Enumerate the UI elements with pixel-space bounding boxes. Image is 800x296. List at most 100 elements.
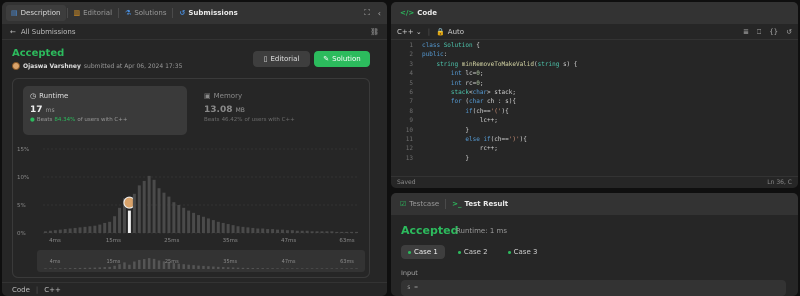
editorial-button[interactable]: ▯ Editorial [253,51,310,67]
minimap-bar [246,267,250,269]
minimap-bar [133,261,136,269]
code-icon: </> [400,9,415,17]
result-tabbar: ☑ Testcase >_ Test Result [391,193,798,215]
bar [98,224,102,233]
code-line[interactable]: rc++; [422,145,498,152]
bookmark-icon[interactable]: ⎕ [757,28,761,37]
code-line[interactable]: stack<char> stack; [422,89,516,96]
format-icon[interactable]: ≣ [743,28,749,36]
minimap-bar [49,268,52,269]
code-line[interactable]: } [422,127,469,134]
minimap-bar [236,267,240,269]
code-line[interactable]: } [422,155,469,162]
x-tick-label: 35ms [223,238,238,244]
code-line[interactable]: int lc=0; [422,70,484,77]
line-number: 12 [405,145,413,153]
language-value: C++ [397,27,414,36]
runtime-distribution-chart[interactable]: 15% 10% 5% 0% 4ms 15ms 25ms 35ms 47ms 63ms 4ms 15ms… [13,141,369,277]
minimap-bar [68,268,72,269]
x-tick-label: 25ms [164,238,179,244]
tab-submissions[interactable]: ↺ Submissions [174,5,242,21]
code-editor[interactable]: 1 class Solution {2 public: 3 string minRem… [391,42,798,166]
solution-button[interactable]: ✎ Solution [314,51,370,67]
memory-box[interactable]: ▣ Memory 13.08 MB Beats 46.42% of users … [199,86,363,135]
tab-editorial[interactable]: ▥ Editorial [69,5,118,21]
tab-test-result[interactable]: >_ Test Result [447,196,513,212]
bar [187,210,191,233]
code-line[interactable]: public: [422,51,447,58]
bar [231,225,235,233]
minimap-x-label: 35ms [223,259,237,265]
reset-icon[interactable]: ↺ [786,28,792,36]
minimap-bar [54,268,57,269]
author-name[interactable]: Ojaswa Varshney [23,63,81,70]
tab-testcase[interactable]: ☑ Testcase [395,196,444,212]
case-label: Case 2 [463,248,488,256]
clock-icon: ◷ [30,92,37,100]
minimap-bar [266,268,269,269]
language-select[interactable]: C++ ⌄ [397,28,422,36]
minimap-bar [261,268,264,269]
code-line[interactable]: else if(ch==')'){ [422,136,526,143]
link-icon[interactable]: ⛓ [370,28,379,36]
checkbox-icon: ☑ [400,200,407,208]
book-icon: ▯ [263,55,268,63]
minimap-bar [221,267,225,269]
code-line[interactable]: for (char ch : s){ [422,98,516,105]
braces-icon[interactable]: {} [769,28,778,36]
minimap-bar [271,268,274,269]
flask-icon: ⚗ [125,9,132,17]
y-tick-label: 15% [17,147,29,153]
y-tick-label: 0% [17,231,26,237]
avatar[interactable] [12,62,20,70]
memory-beats-pct: 46.42% [221,117,243,123]
bar [177,205,181,233]
tab-description[interactable]: ▤ Description [6,5,66,21]
code-line[interactable]: class Solution { [422,42,480,49]
bar [93,225,97,233]
minimap-bar [207,266,210,269]
stats-card: ◷ Runtime 17 ms ● Beats 84.34% of users … [12,78,370,278]
footer-lang: C++ [44,285,61,294]
bar [201,216,205,233]
case-tab-3[interactable]: Case 3 [501,245,545,259]
bar [103,222,107,233]
collapse-icon[interactable]: ‹ [378,9,381,18]
bar [43,231,47,233]
case-tab-2[interactable]: Case 2 [451,245,495,259]
people-icon: ● [30,117,35,123]
bar [78,227,82,233]
case-tab-1[interactable]: Case 1 [401,245,445,259]
minimap-bar [231,267,235,269]
left-footer: Code | C++ [2,282,387,296]
all-submissions-link[interactable]: All Submissions [21,28,76,36]
tab-editorial-label: Editorial [83,9,113,17]
tab-divider [172,8,174,18]
minimap-bar [73,268,77,269]
minimap-bar [83,267,87,269]
line-number: 7 [409,98,413,106]
maximize-icon[interactable]: ⛶ [364,8,370,18]
bar [350,231,354,233]
bar [300,230,304,233]
tab-code[interactable]: </> Code [395,5,442,21]
description-icon: ▤ [11,9,18,17]
bar [197,215,201,233]
bar [261,228,265,233]
minimap-bar [138,259,141,269]
submission-status: Accepted [12,48,65,59]
mode-label[interactable]: Auto [448,28,464,36]
submission-panel: ▤ Description ▥ Editorial ⚗ Solutions ↺ … [2,2,387,296]
back-arrow-icon[interactable]: ← [10,28,16,36]
code-line[interactable]: if(ch=='('){ [422,108,508,115]
runtime-box[interactable]: ◷ Runtime 17 ms ● Beats 84.34% of users … [23,86,187,135]
minimap-bar [59,268,62,269]
bar [152,179,156,233]
bar [271,229,275,233]
tab-solutions[interactable]: ⚗ Solutions [120,5,171,21]
code-line[interactable]: int rc=0; [422,80,484,87]
code-line[interactable]: string minRemoveToMakeValid(string s) { [422,61,577,68]
case-label: Case 3 [513,248,538,256]
minimap-x-label: 25ms [165,259,179,265]
code-line[interactable]: lc++; [422,117,498,124]
